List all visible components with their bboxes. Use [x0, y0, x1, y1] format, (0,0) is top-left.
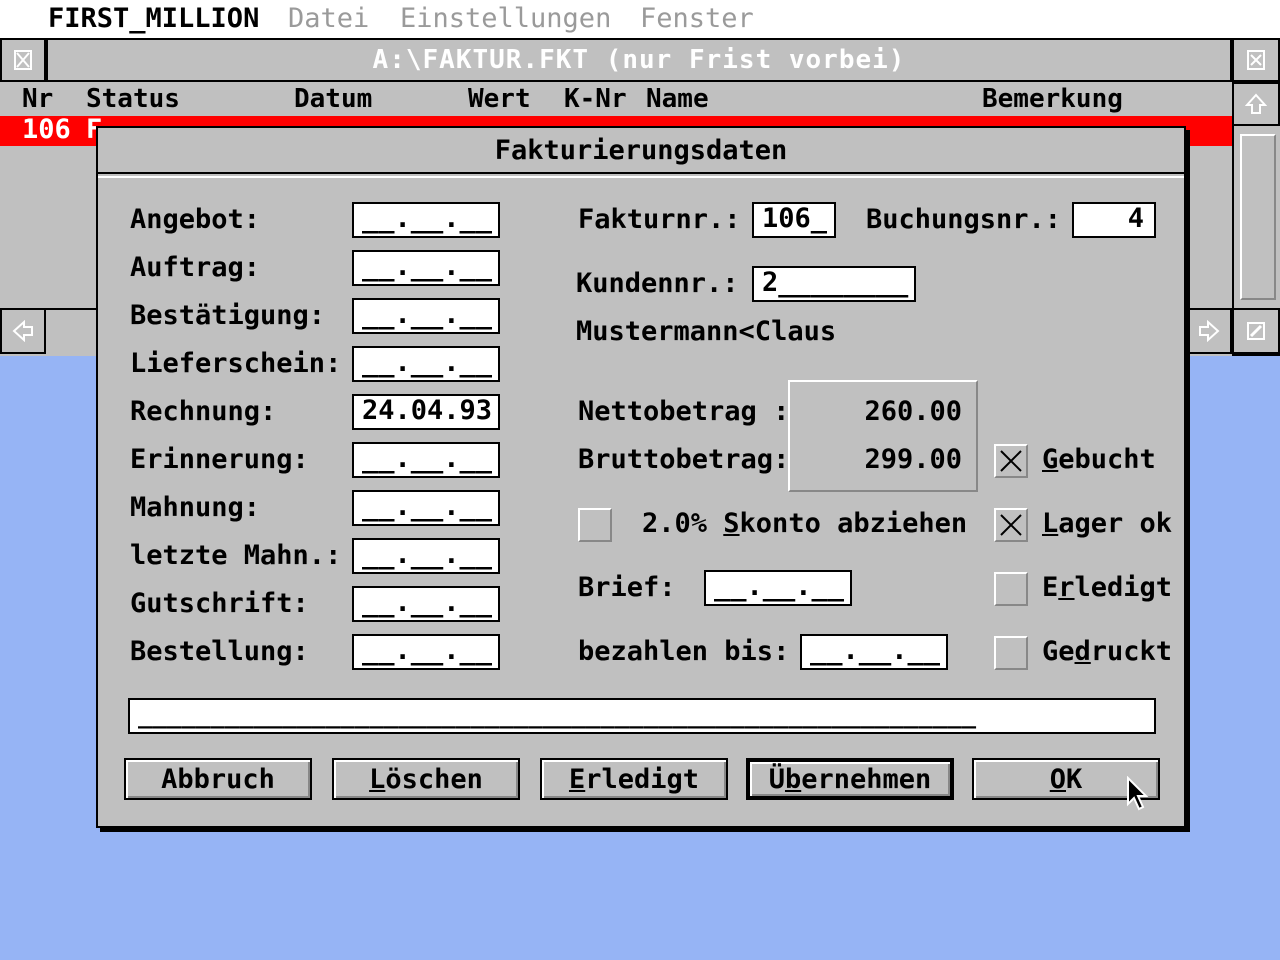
gedruckt-checkbox[interactable]	[994, 636, 1028, 670]
arrow-right-icon	[1199, 320, 1220, 342]
col-status[interactable]: Status	[86, 84, 180, 114]
bezahlen-field[interactable]: __.__.__	[800, 634, 948, 670]
brief-field[interactable]: __.__.__	[704, 570, 852, 606]
col-nr[interactable]: Nr	[22, 84, 53, 114]
erledigt-checkbox[interactable]	[994, 572, 1028, 606]
dialog-title: Fakturierungsdaten	[494, 134, 788, 166]
label-bestaetigung: Bestätigung:	[130, 300, 326, 331]
arrow-up-icon	[1245, 93, 1267, 114]
brutto-value: 299.00	[864, 444, 962, 475]
letzte-mahnung-field[interactable]: __.__.__	[352, 538, 500, 574]
window-title-bar[interactable]: A:\FAKTUR.FKT (nur Frist vorbei)	[46, 38, 1232, 82]
label-brutto: Bruttobetrag:	[578, 444, 790, 475]
resize-icon	[1247, 322, 1265, 340]
col-wert[interactable]: Wert	[468, 84, 531, 114]
arrow-left-icon	[12, 320, 33, 342]
gebucht-label[interactable]: Gebucht	[1042, 444, 1156, 475]
gebucht-checkbox[interactable]	[994, 444, 1028, 478]
fuller-icon	[1247, 50, 1265, 70]
close-box[interactable]	[0, 38, 46, 82]
skonto-checkbox[interactable]	[578, 508, 612, 542]
scroll-thumb[interactable]	[1240, 134, 1276, 300]
label-gutschrift: Gutschrift:	[130, 588, 309, 619]
label-fakturnr: Fakturnr.:	[578, 204, 741, 235]
label-erinnerung: Erinnerung:	[130, 444, 309, 475]
lieferschein-field[interactable]: __.__.__	[352, 346, 500, 382]
erledigt-button[interactable]: Erledigt	[540, 758, 728, 800]
window-title: A:\FAKTUR.FKT (nur Frist vorbei)	[372, 45, 906, 75]
erinnerung-field[interactable]: __.__.__	[352, 442, 500, 478]
kundennr-field[interactable]: 2________	[752, 266, 916, 302]
label-auftrag: Auftrag:	[130, 252, 261, 283]
scroll-left-button[interactable]	[0, 310, 46, 354]
loeschen-button[interactable]: Löschen	[332, 758, 520, 800]
dialog-divider	[98, 172, 1184, 178]
buchungsnr-field[interactable]: 4	[1072, 202, 1156, 238]
netto-value: 260.00	[864, 396, 962, 427]
uebernehmen-button[interactable]: Üb ernehmen	[746, 758, 954, 800]
auftrag-field[interactable]: __.__.__	[352, 250, 500, 286]
label-letzte-mahnung: letzte Mahn.:	[130, 540, 342, 571]
menu-fenster[interactable]: Fenster	[640, 2, 754, 36]
row-nr: 106	[22, 114, 71, 145]
column-header: Nr Status Datum Wert K-Nr Name Bemerkung	[0, 82, 1232, 116]
col-bemerkung[interactable]: Bemerkung	[982, 84, 1123, 114]
menu-datei[interactable]: Datei	[288, 2, 369, 36]
fakturierung-dialog: Fakturierungsdaten Angebot: __.__.__ Auf…	[96, 126, 1186, 828]
col-name[interactable]: Name	[646, 84, 709, 114]
lager-ok-label[interactable]: Lager ok	[1042, 508, 1172, 539]
col-knr[interactable]: K-Nr	[564, 84, 627, 114]
label-angebot: Angebot:	[130, 204, 261, 235]
size-box[interactable]	[1232, 308, 1280, 354]
menu-bar: FIRST_MILLION Datei Einstellungen Fenste…	[0, 0, 1280, 40]
label-kundennr: Kundennr.:	[576, 268, 739, 299]
menu-einstellungen[interactable]: Einstellungen	[400, 2, 611, 36]
skonto-label[interactable]: 2.0% Skonto abziehen	[642, 508, 967, 539]
label-bestellung: Bestellung:	[130, 636, 309, 667]
label-brief: Brief:	[578, 572, 676, 603]
label-bezahlen: bezahlen bis:	[578, 636, 790, 667]
customer-name: Mustermann<Claus	[576, 316, 837, 347]
erledigt-label[interactable]: Erledigt	[1042, 572, 1172, 603]
dialog-title-bar[interactable]: Fakturierungsdaten	[98, 128, 1184, 174]
col-datum[interactable]: Datum	[294, 84, 372, 114]
check-x-icon	[1000, 450, 1022, 472]
app-menu[interactable]: FIRST_MILLION	[48, 2, 259, 36]
lager-ok-checkbox[interactable]	[994, 508, 1028, 542]
rechnung-field[interactable]: 24.04.93	[352, 394, 500, 430]
label-netto: Nettobetrag :	[578, 396, 790, 427]
angebot-field[interactable]: __.__.__	[352, 202, 500, 238]
label-buchungsnr: Buchungsnr.:	[866, 204, 1062, 235]
mouse-pointer-icon	[1127, 776, 1149, 811]
gedruckt-label[interactable]: Gedruckt	[1042, 636, 1172, 667]
bestaetigung-field[interactable]: __.__.__	[352, 298, 500, 334]
label-rechnung: Rechnung:	[130, 396, 277, 427]
abbruch-button[interactable]: Abbruch	[124, 758, 312, 800]
scroll-right-button[interactable]	[1186, 310, 1232, 354]
close-icon	[14, 50, 32, 70]
fakturnr-field[interactable]: 106_	[752, 202, 836, 238]
remark-field[interactable]: ________________________________________…	[128, 698, 1156, 734]
mahnung-field[interactable]: __.__.__	[352, 490, 500, 526]
scroll-up-button[interactable]	[1234, 82, 1280, 126]
bestellung-field[interactable]: __.__.__	[352, 634, 500, 670]
label-mahnung: Mahnung:	[130, 492, 261, 523]
fuller-box[interactable]	[1232, 38, 1280, 82]
gutschrift-field[interactable]: __.__.__	[352, 586, 500, 622]
check-x-icon	[1000, 514, 1022, 536]
label-lieferschein: Lieferschein:	[130, 348, 342, 379]
